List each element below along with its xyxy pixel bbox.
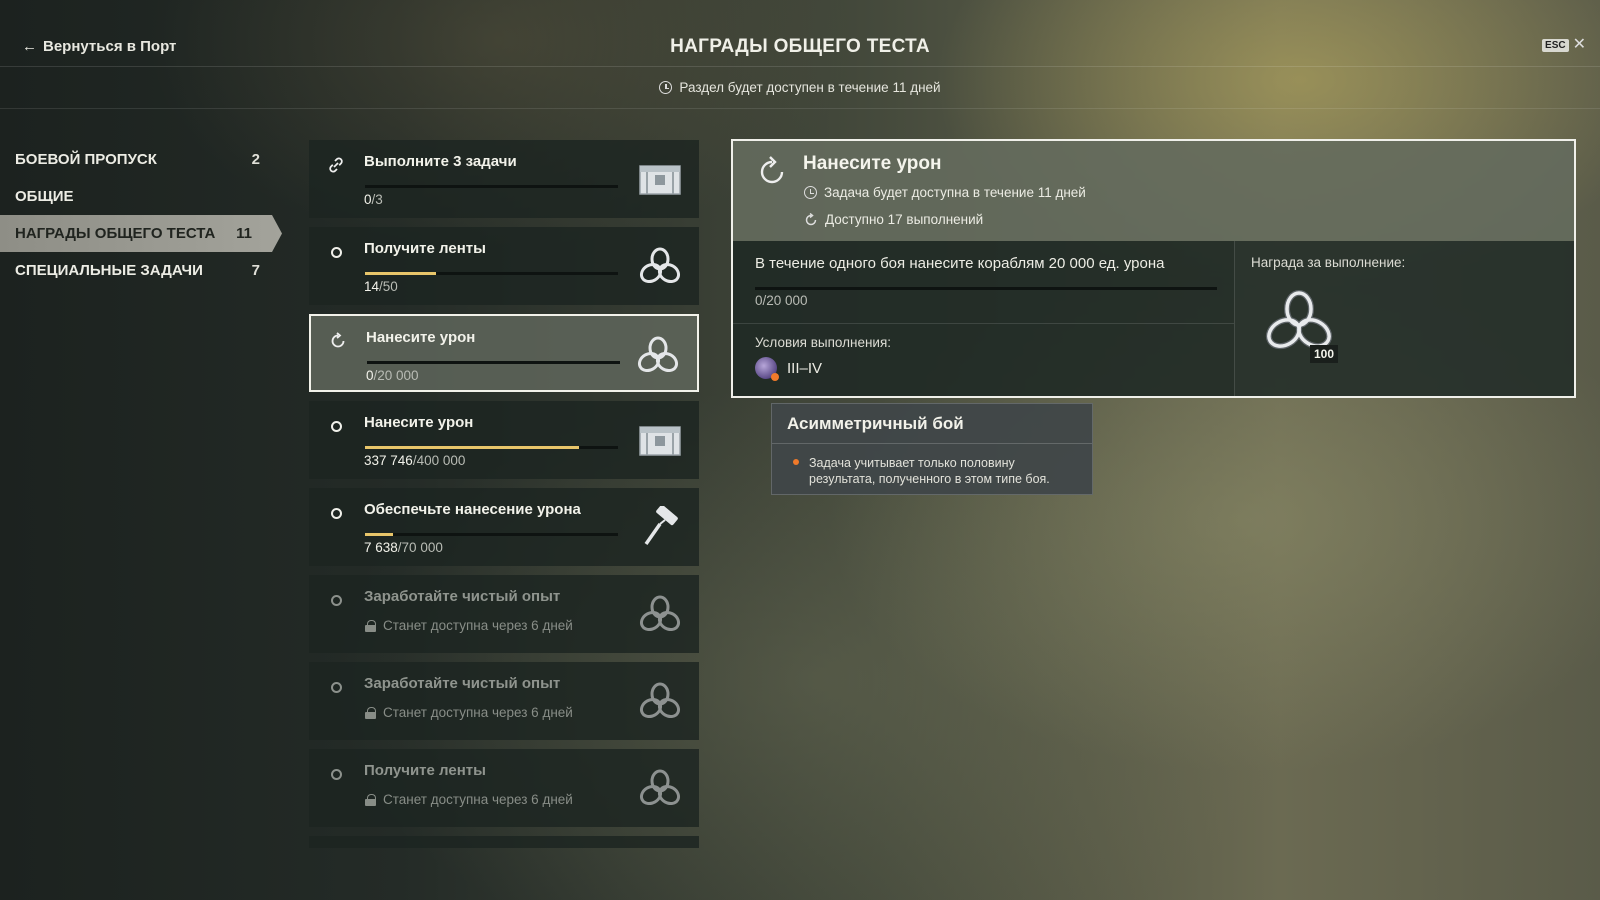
page-title: НАГРАДЫ ОБЩЕГО ТЕСТА xyxy=(670,36,930,57)
circle-icon xyxy=(327,504,345,522)
task-progress-bar xyxy=(365,272,618,275)
circle-icon xyxy=(327,417,345,435)
section-availability-text: Раздел будет доступен в течение 11 дней xyxy=(679,80,941,95)
circle-icon xyxy=(327,765,345,783)
sidebar-item-battle-pass[interactable]: БОЕВОЙ ПРОПУСК 2 xyxy=(0,141,290,178)
conditions-label: Условия выполнения: xyxy=(755,335,892,350)
task-title: Заработайте чистый опыт xyxy=(364,588,561,605)
detail-title: Нанесите урон xyxy=(803,153,942,174)
container-icon xyxy=(637,419,683,463)
paint-roller-icon xyxy=(637,506,683,550)
task-progress-text: 14/50 xyxy=(364,279,398,294)
task-card-locked[interactable]: Получите ленты Станет доступна через 6 д… xyxy=(309,749,699,827)
detail-header: Нанесите урон Задача будет доступна в те… xyxy=(733,141,1574,241)
circle-icon xyxy=(327,243,345,261)
tooltip-divider xyxy=(772,443,1092,444)
coal-icon xyxy=(637,593,683,637)
detail-progress-bar xyxy=(755,287,1217,290)
task-progress-text: 0/20 000 xyxy=(366,368,419,383)
repeat-icon xyxy=(329,332,347,350)
reward-amount-badge: 100 xyxy=(1310,345,1339,363)
task-card-locked[interactable]: Заработайте чистый опыт Станет доступна … xyxy=(309,662,699,740)
circle-icon xyxy=(327,678,345,696)
task-progress-bar xyxy=(365,533,618,536)
task-list: Выполните 3 задачи 0/3 Получите ленты 14… xyxy=(309,140,699,848)
detail-body: В течение одного боя нанесите кораблям 2… xyxy=(733,241,1234,396)
sidebar-item-label: СПЕЦИАЛЬНЫЕ ЗАДАЧИ xyxy=(15,262,203,279)
lock-icon xyxy=(365,619,376,632)
detail-progress-text: 0/20 000 xyxy=(755,293,808,308)
sidebar-item-label: НАГРАДЫ ОБЩЕГО ТЕСТА xyxy=(15,225,216,242)
coal-icon xyxy=(637,680,683,724)
task-progress-text: 0/3 xyxy=(364,192,383,207)
link-icon xyxy=(327,156,345,174)
reward-label: Награда за выполнение: xyxy=(1251,255,1406,270)
condition-tooltip: Асимметричный бой Задача учитывает тольк… xyxy=(771,403,1093,495)
detail-divider xyxy=(733,323,1234,324)
sidebar-item-public-test-rewards[interactable]: НАГРАДЫ ОБЩЕГО ТЕСТА 11 xyxy=(0,215,282,252)
task-detail-panel: Нанесите урон Задача будет доступна в те… xyxy=(731,139,1576,398)
condition-tiers: III–IV xyxy=(787,359,823,377)
task-lock-info: Станет доступна через 6 дней xyxy=(365,705,573,720)
task-progress-bar xyxy=(365,446,618,449)
task-card[interactable]: Обеспечьте нанесение урона 7 638/70 000 xyxy=(309,488,699,566)
sidebar-item-count: 11 xyxy=(236,225,252,242)
coal-icon xyxy=(637,767,683,811)
detail-reward-section: Награда за выполнение: 100 xyxy=(1234,241,1574,396)
task-title: Нанесите урон xyxy=(366,329,476,346)
task-card-locked[interactable]: Заработайте чистый опыт Станет доступна … xyxy=(309,575,699,653)
task-progress-bar xyxy=(367,361,620,364)
coal-icon xyxy=(635,334,681,378)
task-card[interactable]: Выполните 3 задачи 0/3 xyxy=(309,140,699,218)
sidebar-item-label: БОЕВОЙ ПРОПУСК xyxy=(15,151,157,168)
condition-asymmetric-battle[interactable]: III–IV xyxy=(755,357,823,381)
task-title: Получите ленты xyxy=(364,762,486,779)
task-progress-bar xyxy=(365,185,618,188)
bullet-dot-icon xyxy=(793,459,799,465)
container-icon xyxy=(637,158,683,202)
task-card-partial[interactable] xyxy=(309,836,699,848)
circle-icon xyxy=(327,591,345,609)
task-card[interactable]: Получите ленты 14/50 xyxy=(309,227,699,305)
header-divider xyxy=(0,66,1600,67)
task-card-selected[interactable]: Нанесите урон 0/20 000 xyxy=(309,314,699,392)
task-title: Получите ленты xyxy=(364,240,486,257)
detail-availability: Задача будет доступна в течение 11 дней xyxy=(804,185,1086,200)
esc-key-badge: ESC xyxy=(1542,38,1569,52)
section-availability: Раздел будет доступен в течение 11 дней xyxy=(0,80,1600,95)
sidebar-item-general[interactable]: ОБЩИЕ xyxy=(0,178,290,215)
repeat-icon xyxy=(755,155,789,189)
sidebar-item-label: ОБЩИЕ xyxy=(15,188,74,205)
task-title: Заработайте чистый опыт xyxy=(364,675,561,692)
coal-icon xyxy=(637,245,683,289)
lock-icon xyxy=(365,706,376,719)
task-progress-text: 7 638/70 000 xyxy=(364,540,443,555)
tooltip-title: Асимметричный бой xyxy=(787,414,964,433)
sidebar-item-count: 2 xyxy=(251,151,260,168)
sidebar-item-count: 7 xyxy=(251,262,260,279)
task-title: Нанесите урон xyxy=(364,414,474,431)
detail-completions: Доступно 17 выполнений xyxy=(804,212,983,227)
clock-icon xyxy=(659,81,673,94)
task-title: Выполните 3 задачи xyxy=(364,153,517,170)
clock-icon xyxy=(804,186,817,199)
repeat-icon xyxy=(805,212,817,225)
asymmetric-battle-icon xyxy=(755,357,779,381)
sidebar: БОЕВОЙ ПРОПУСК 2 ОБЩИЕ НАГРАДЫ ОБЩЕГО ТЕ… xyxy=(0,141,290,289)
detail-description: В течение одного боя нанесите кораблям 2… xyxy=(755,255,1165,272)
task-card[interactable]: Нанесите урон 337 746/400 000 xyxy=(309,401,699,479)
lock-icon xyxy=(365,793,376,806)
task-title: Обеспечьте нанесение урона xyxy=(364,501,581,518)
sidebar-item-special-tasks[interactable]: СПЕЦИАЛЬНЫЕ ЗАДАЧИ 7 xyxy=(0,252,290,289)
close-button[interactable]: ESC ✕ xyxy=(1542,37,1586,53)
tooltip-text: Задача учитывает только половину результ… xyxy=(809,456,1050,486)
task-progress-text: 337 746/400 000 xyxy=(364,453,466,468)
task-lock-info: Станет доступна через 6 дней xyxy=(365,618,573,633)
task-lock-info: Станет доступна через 6 дней xyxy=(365,792,573,807)
subheader-divider xyxy=(0,108,1600,109)
close-icon: ✕ xyxy=(1572,36,1586,53)
